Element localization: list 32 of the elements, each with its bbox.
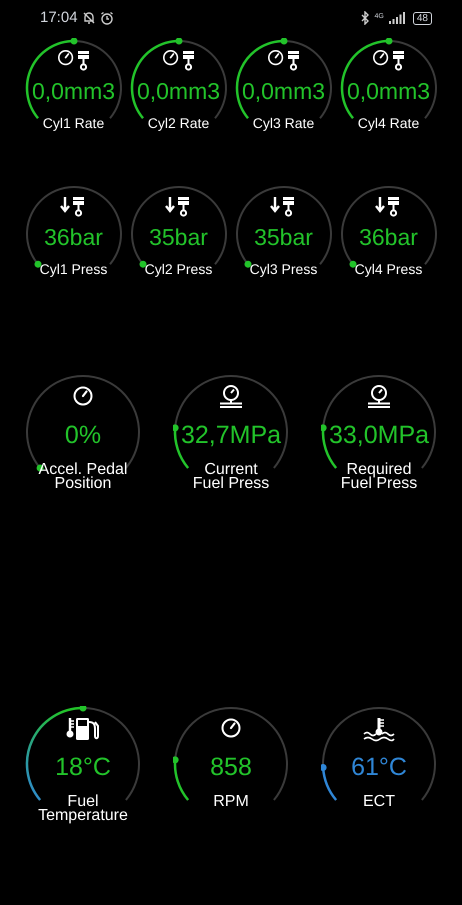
gauge-value: 35bar: [254, 223, 313, 252]
pressure-gauge-icon: [218, 384, 244, 410]
gauge-label: RPM: [213, 795, 249, 809]
gauge-value: 32,7MPa: [180, 420, 282, 451]
battery-indicator: 48: [412, 12, 432, 24]
gauge-value: 36bar: [44, 223, 103, 252]
gauge-label: Accel. Pedal Position: [38, 463, 128, 491]
gauge-label: ECT: [362, 795, 395, 809]
gauge-label: Cyl3 Rate: [252, 114, 314, 132]
coolant-temperature-icon: [362, 716, 396, 742]
pressure-gauge-icon: [366, 384, 392, 410]
gauge-label: Cyl4 Press: [354, 260, 422, 278]
mute-icon: [82, 11, 96, 25]
gauge-value: 61°C: [351, 752, 407, 783]
gauge-label: Cyl4 Rate: [358, 114, 420, 132]
gauge-label: Cyl2 Rate: [148, 114, 210, 132]
signal-icon: [388, 12, 405, 24]
gauge-value: 33,0MPa: [328, 420, 430, 451]
gauge-value: 35bar: [149, 223, 208, 252]
gauge-label: Required Fuel Press: [340, 463, 418, 491]
clock-time: 17:04: [40, 8, 78, 28]
gauge-label: Fuel Temperature: [38, 795, 128, 823]
gauge-label: Cyl1 Rate: [42, 114, 104, 132]
bluetooth-icon: [360, 11, 370, 25]
gauge-label: Cyl1 Press: [40, 260, 108, 278]
gauge-value: 858: [210, 752, 252, 783]
gauge-label: Current Fuel Press: [192, 463, 270, 491]
gauge-label: Cyl3 Press: [250, 260, 318, 278]
gauge-value: 36bar: [359, 223, 418, 252]
gauge-value: 0%: [64, 420, 102, 451]
gauge-label: Cyl2 Press: [144, 260, 212, 278]
alarm-icon: [100, 11, 114, 25]
